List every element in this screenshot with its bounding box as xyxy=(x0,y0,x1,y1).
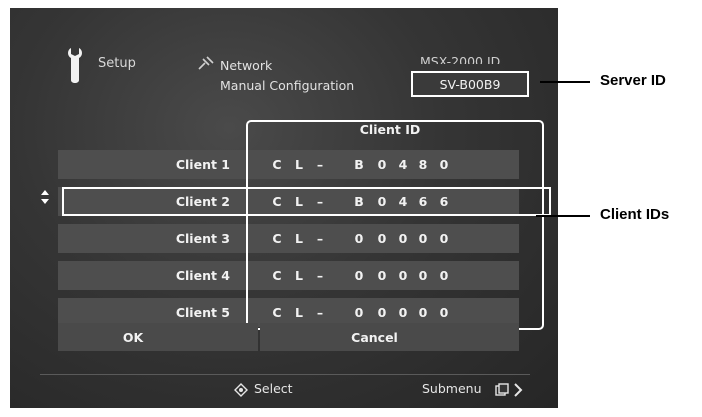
submenu-hint-label: Submenu xyxy=(422,381,482,396)
chevron-right-icon xyxy=(513,382,523,401)
footer-divider xyxy=(40,374,530,375)
client-name-label: Client 4 xyxy=(175,268,230,283)
select-dpad-icon xyxy=(234,382,248,401)
client-name-label: Client 1 xyxy=(175,157,230,172)
network-label: Network xyxy=(220,58,273,73)
server-id-callout-line xyxy=(540,81,590,83)
network-icon xyxy=(197,55,215,75)
select-hint-label: Select xyxy=(254,381,293,396)
device-id-label: MSX-2000 ID xyxy=(420,54,501,64)
client-ids-callout-line xyxy=(536,215,590,217)
setup-label: Setup xyxy=(98,56,136,71)
select-hint: Select xyxy=(254,381,293,396)
updown-arrow-icon xyxy=(40,189,50,209)
manual-config-label: Manual Configuration xyxy=(220,78,355,93)
wrench-icon xyxy=(65,46,87,90)
client-ids-callout: Client IDs xyxy=(600,206,670,223)
client-name-label: Client 3 xyxy=(175,231,230,246)
submenu-hint: Submenu xyxy=(422,381,482,396)
submenu-icon xyxy=(495,382,509,401)
ok-button-label: OK xyxy=(122,329,144,345)
client-name-label: Client 5 xyxy=(175,305,230,320)
cancel-button-label: Cancel xyxy=(351,329,398,345)
ok-button[interactable]: OK xyxy=(58,323,258,351)
server-id-box: SV-B00B9 xyxy=(411,71,529,97)
server-id-value: SV-B00B9 xyxy=(439,76,501,92)
server-id-callout: Server ID xyxy=(600,72,666,89)
tv-screen: Setup Network Manual Configuration MSX-2… xyxy=(10,8,558,408)
client-ids-frame xyxy=(246,120,544,330)
cancel-button[interactable]: Cancel xyxy=(260,323,519,351)
